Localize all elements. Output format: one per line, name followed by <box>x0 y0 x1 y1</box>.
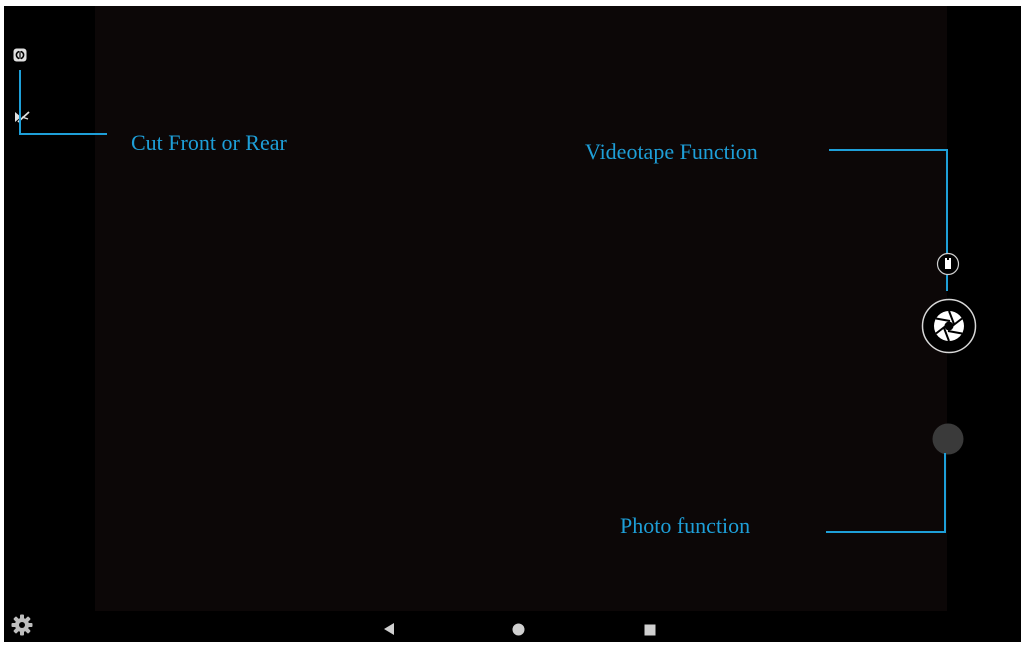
back-triangle-icon[interactable] <box>383 622 395 636</box>
gear-icon[interactable] <box>11 614 33 636</box>
annotation-line-switch-horizontal <box>19 133 107 135</box>
annotation-line-video-horizontal <box>829 149 948 151</box>
gallery-thumbnail[interactable] <box>932 423 964 455</box>
shutter-aperture-icon[interactable] <box>921 298 977 354</box>
camera-app-screen: Cut Front or Rear Videotape Function Pho… <box>4 6 1021 642</box>
annotation-photo: Photo function <box>620 513 751 538</box>
camera-viewfinder <box>95 6 947 611</box>
flash-off-icon[interactable] <box>14 110 30 124</box>
recents-square-icon[interactable] <box>644 623 656 636</box>
home-circle-icon[interactable] <box>512 623 525 636</box>
video-mode-icon[interactable] <box>936 252 960 276</box>
annotation-line-photo-vertical <box>944 453 946 533</box>
annotation-video: Videotape Function <box>585 139 758 164</box>
camera-switch-icon[interactable] <box>13 48 27 62</box>
annotation-line-switch-vertical <box>19 70 21 135</box>
annotation-switch-camera: Cut Front or Rear <box>131 130 287 155</box>
annotation-line-photo-horizontal <box>826 531 946 533</box>
